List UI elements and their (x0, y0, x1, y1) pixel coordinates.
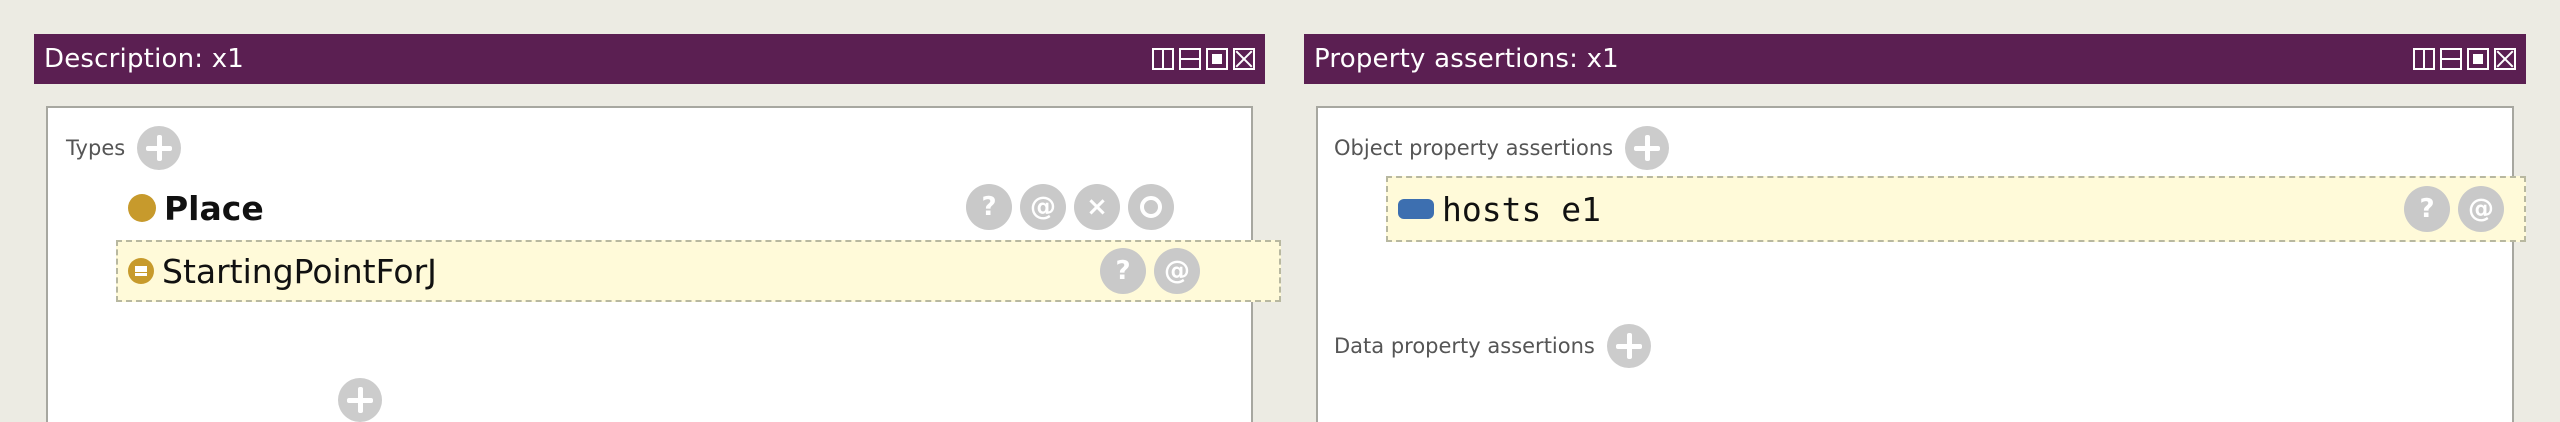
object-prop-label: hosts e1 (1442, 189, 1601, 229)
object-prop-actions: ? @ (2404, 186, 2504, 232)
description-title: Description: x1 (44, 44, 245, 74)
object-props-label: Object property assertions (1334, 136, 1614, 160)
add-next-button[interactable] (338, 378, 382, 422)
type-label: Place (164, 188, 264, 228)
edit-button[interactable] (1128, 184, 1174, 230)
annotate-button[interactable]: @ (1154, 248, 1200, 294)
add-data-prop-button[interactable] (1606, 324, 1651, 368)
description-content: Types Place ? @ × StartingPointForJ ? @ (46, 106, 1281, 422)
class-icon (128, 194, 156, 222)
description-titlebar: Description: x1 (34, 34, 1265, 84)
explain-button[interactable]: ? (2404, 186, 2450, 232)
maximize-icon[interactable] (2467, 48, 2489, 70)
next-section (66, 378, 382, 422)
startingpoint-actions: ? @ (1100, 248, 1200, 294)
window-controls (1152, 48, 1255, 70)
object-property-icon (1398, 199, 1434, 219)
explain-button[interactable]: ? (1100, 248, 1146, 294)
window-controls (2413, 48, 2516, 70)
split-horizontal-icon[interactable] (2440, 48, 2462, 70)
close-view-icon[interactable] (2494, 48, 2516, 70)
equivalent-class-icon (128, 258, 154, 284)
place-actions: ? @ × (966, 184, 1174, 230)
annotate-button[interactable]: @ (2458, 186, 2504, 232)
add-object-prop-button[interactable] (1625, 126, 1670, 170)
add-type-button[interactable] (137, 126, 182, 170)
split-vertical-icon[interactable] (2413, 48, 2435, 70)
property-assertions-title: Property assertions: x1 (1314, 44, 1619, 74)
annotate-button[interactable]: @ (1020, 184, 1066, 230)
types-label: Types (66, 136, 126, 160)
types-section: Types (66, 126, 182, 170)
property-assertions-titlebar: Property assertions: x1 (1304, 34, 2526, 84)
explain-button[interactable]: ? (966, 184, 1012, 230)
object-props-section: Object property assertions (1334, 126, 1670, 170)
split-vertical-icon[interactable] (1152, 48, 1174, 70)
data-props-label: Data property assertions (1334, 334, 1595, 358)
maximize-icon[interactable] (1206, 48, 1228, 70)
type-label: StartingPointForJ (162, 251, 437, 291)
property-assertions-content: Object property assertions hosts e1 ? @ … (1316, 106, 2526, 422)
description-panel: Description: x1 Types Place ? @ × Starti… (34, 34, 1281, 422)
delete-button[interactable]: × (1074, 184, 1120, 230)
object-prop-row[interactable]: hosts e1 (1386, 176, 2526, 242)
close-view-icon[interactable] (1233, 48, 1255, 70)
split-horizontal-icon[interactable] (1179, 48, 1201, 70)
property-assertions-panel: Property assertions: x1 Object property … (1304, 34, 2526, 422)
data-props-section: Data property assertions (1334, 324, 1651, 368)
